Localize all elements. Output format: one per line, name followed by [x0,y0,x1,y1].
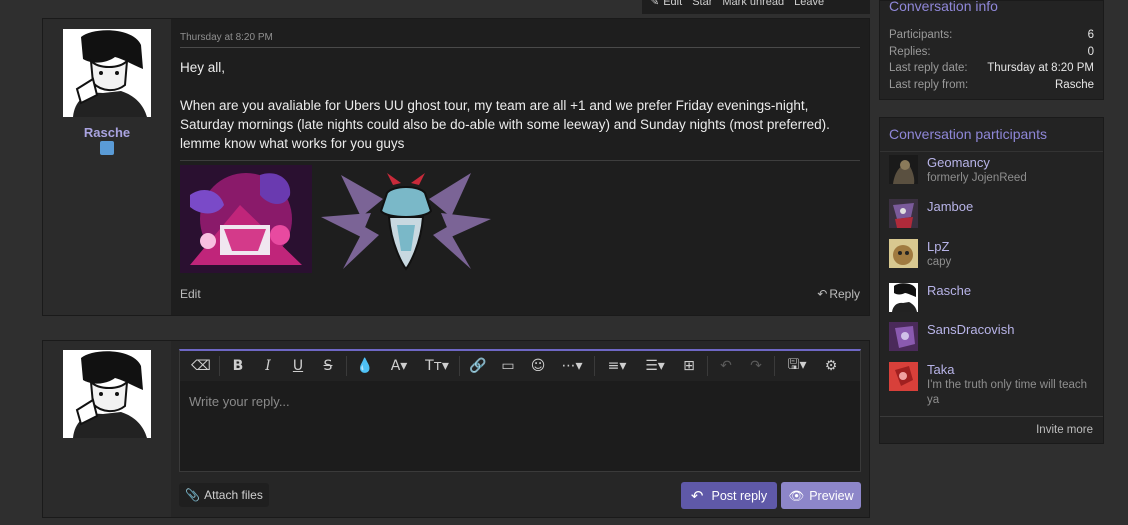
participant-item: Rasche [889,283,1095,312]
avatar[interactable] [889,155,918,184]
toolbar-separator [346,356,347,376]
participant-user-title: I'm the truth only time will teach ya [927,379,1088,406]
participant-name[interactable]: Geomancy [927,155,1027,171]
info-row: Last reply from: Rasche [889,79,1094,96]
text-color-icon[interactable]: 💧 [350,351,380,381]
participant-item: LpZ capy [889,239,1095,270]
info-row: Last reply date: Thursday at 8:20 PM [889,62,1094,74]
participant-item: Geomancy formerly JojenReed [889,155,1095,186]
participant-item: Taka I'm the truth only time will teach … [889,362,1095,408]
toolbar-separator [594,356,595,376]
reply-icon: ↶ [817,287,828,301]
panel-title: Conversation participants [889,126,1047,142]
participant-name[interactable]: Taka [927,362,1095,378]
reply-icon: ↶ [690,486,704,505]
participant-user-title: formerly JojenReed [927,172,1027,184]
conversation-info-panel: Conversation info Participants: 6 Replies… [879,0,1104,100]
message-date[interactable]: Thursday at 8:20 PM [180,32,273,43]
participant-item: Jamboe [889,199,1095,228]
drafts-dropdown-icon[interactable]: 🖫▾ [778,351,816,381]
message-text: Hey all, When are you avaliable for Uber… [180,58,860,153]
message-greeting: Hey all, [180,60,226,75]
conversation-info-list: Participants: 6 Replies: 0 Last reply date… [889,29,1094,95]
leave-button[interactable]: Leave [794,0,824,8]
star-button[interactable]: Star [692,0,712,8]
mark-unread-button[interactable]: Mark unread [722,0,784,8]
message-paragraph: When are you avaliable for Ubers UU ghos… [180,98,830,151]
rich-text-editor: ⌫ B I U S 💧 A▾ Tт▾ 🔗 ▭ ☺ ⋯▾ ≡▾ ☰▾ ⊞ ↶ ↷ … [179,349,861,472]
avatar[interactable] [889,362,918,391]
align-dropdown-icon[interactable]: ≡▾ [598,351,636,381]
divider [880,151,1103,152]
conversation-participants-panel: Conversation participants Geomancy forme… [879,117,1104,444]
list-dropdown-icon[interactable]: ☰▾ [636,351,674,381]
conversation-message: Rasche Thursday at 8:20 PM Hey all, When… [42,18,870,316]
divider [180,47,860,48]
link-icon[interactable]: 🔗 [463,351,493,381]
avatar [63,350,151,438]
participant-name[interactable]: SansDracovish [927,322,1014,338]
avatar[interactable] [889,322,918,351]
clear-formatting-icon[interactable]: ⌫ [186,351,216,381]
image-icon[interactable]: ▭ [493,351,523,381]
avatar[interactable] [889,239,918,268]
edit-message-link[interactable]: Edit [180,287,201,301]
font-family-dropdown-icon[interactable]: A▾ [380,351,418,381]
strikethrough-icon[interactable]: S [313,351,343,381]
paperclip-icon: 📎 [185,488,201,502]
eye-icon: 👁 [788,487,805,503]
underline-icon[interactable]: U [283,351,313,381]
avatar[interactable] [63,29,151,117]
participant-name[interactable]: Rasche [927,283,971,299]
user-badge-icon [100,141,114,155]
message-author-name[interactable]: Rasche [43,125,171,140]
smilie-icon[interactable]: ☺ [523,351,553,381]
toolbar-separator [774,356,775,376]
composer-user-column [43,341,171,517]
toolbar-separator [219,356,220,376]
divider [180,160,860,161]
table-icon[interactable]: ⊞ [674,351,704,381]
font-size-dropdown-icon[interactable]: Tт▾ [418,351,456,381]
participant-name[interactable]: Jamboe [927,199,973,215]
info-row: Replies: 0 [889,45,1094,58]
italic-icon[interactable]: I [253,351,283,381]
avatar[interactable] [889,199,918,228]
edit-icon: ✎ [650,0,660,8]
reply-button[interactable]: ↶ Reply [817,287,860,301]
conversation-actions-bar: ✎ Edit Star Mark unread Leave [642,0,870,14]
avatar[interactable] [889,283,918,312]
attach-files-button[interactable]: 📎 Attach files [179,483,269,507]
participant-item: SansDracovish [889,322,1095,351]
invite-more-link[interactable]: Invite more [880,416,1103,443]
attached-image-ghost-pokemon[interactable] [321,165,491,273]
gear-icon[interactable]: ⚙ [816,351,846,381]
preview-button[interactable]: 👁 Preview [781,482,861,509]
participant-user-title: capy [927,256,952,268]
redo-icon[interactable]: ↷ [741,351,771,381]
reply-input[interactable]: Write your reply... [189,394,290,409]
editor-toolbar: ⌫ B I U S 💧 A▾ Tт▾ 🔗 ▭ ☺ ⋯▾ ≡▾ ☰▾ ⊞ ↶ ↷ … [180,351,860,381]
toolbar-separator [459,356,460,376]
info-row: Participants: 6 [889,29,1094,41]
undo-icon[interactable]: ↶ [711,351,741,381]
more-options-icon[interactable]: ⋯▾ [553,351,591,381]
message-body: Thursday at 8:20 PM Hey all, When are yo… [171,19,869,315]
reply-composer: ⌫ B I U S 💧 A▾ Tт▾ 🔗 ▭ ☺ ⋯▾ ≡▾ ☰▾ ⊞ ↶ ↷ … [42,340,870,518]
last-reply-user-link[interactable]: Rasche [1055,79,1094,96]
participant-name[interactable]: LpZ [927,239,951,255]
message-user-column: Rasche [43,19,171,315]
bold-icon[interactable]: B [223,351,253,381]
toolbar-separator [707,356,708,376]
edit-conversation-button[interactable]: ✎ Edit [650,0,682,8]
panel-title: Conversation info [889,0,998,14]
post-reply-button[interactable]: ↶ Post reply [681,482,777,509]
attached-image-ghost-art[interactable] [180,165,312,273]
